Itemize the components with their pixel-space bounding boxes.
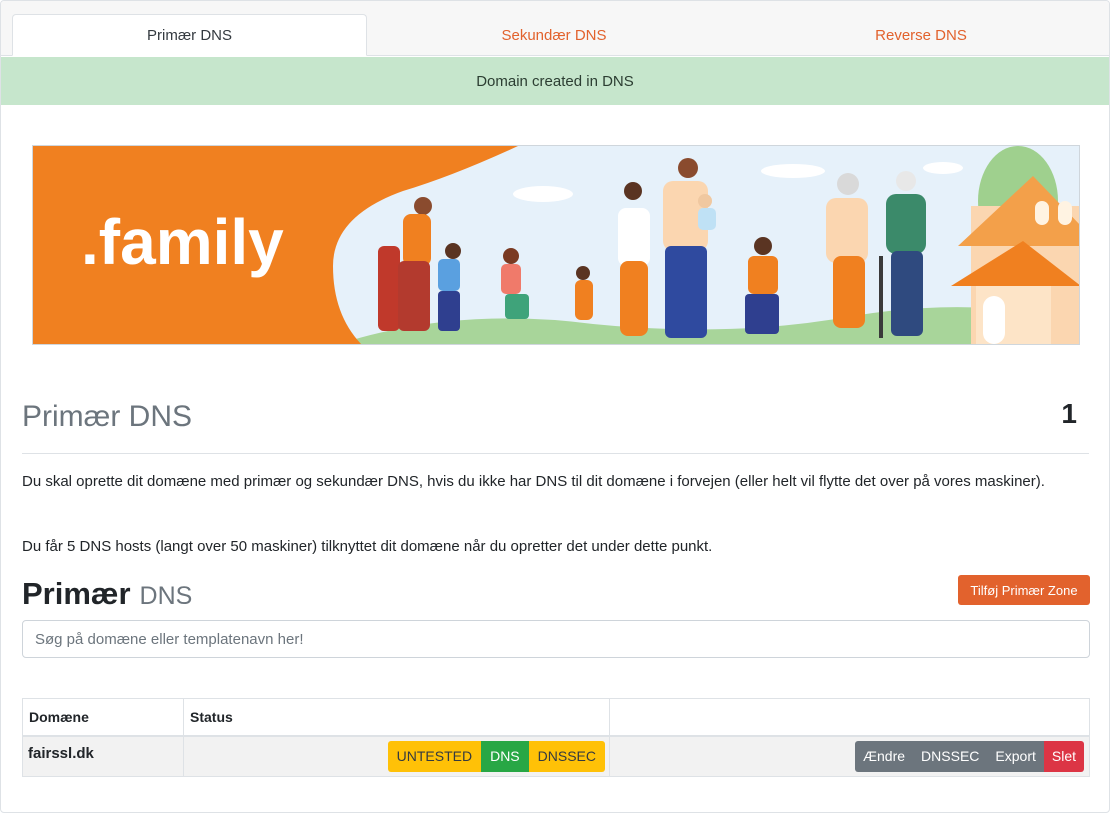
table-header-row: Domæne Status xyxy=(22,698,1090,737)
tab-label: Primær DNS xyxy=(147,26,232,44)
status-badges: UNTESTED DNS DNSSEC xyxy=(387,740,605,772)
success-alert: Domain created in DNS xyxy=(1,57,1109,105)
header-status: Status xyxy=(183,698,610,737)
dns-panel: Primær DNS Sekundær DNS Reverse DNS Doma… xyxy=(0,0,1110,813)
zone-count: 1 xyxy=(1061,398,1077,429)
section-heading: Primær DNS 1 xyxy=(22,396,1089,454)
edit-button[interactable]: Ændre xyxy=(855,740,914,772)
row-actions: Ændre DNSSEC Export Slet xyxy=(855,740,1084,772)
tab-label: Sekundær DNS xyxy=(501,26,607,44)
actions-cell: Ændre DNSSEC Export Slet xyxy=(609,735,1090,777)
domain-table: Domæne Status fairssl.dk UNTESTED DNS DN… xyxy=(22,698,1090,777)
zone-heading-muted: DNS xyxy=(139,582,193,610)
banner-illustration: .family xyxy=(33,146,1079,344)
tab-secondary-dns[interactable]: Sekundær DNS xyxy=(367,14,741,56)
dnssec-button[interactable]: DNSSEC xyxy=(913,740,988,772)
intro-paragraph: Du skal oprette dit domæne med primær og… xyxy=(22,473,1045,490)
search-input[interactable] xyxy=(22,620,1090,658)
family-banner[interactable]: .family xyxy=(32,145,1080,345)
table-row: fairssl.dk UNTESTED DNS DNSSEC Ændre DNS… xyxy=(22,735,1090,777)
tab-label: Reverse DNS xyxy=(875,26,967,44)
export-button[interactable]: Export xyxy=(987,740,1044,772)
tab-reverse-dns[interactable]: Reverse DNS xyxy=(741,14,1101,56)
header-domain: Domæne xyxy=(22,698,184,737)
alert-text: Domain created in DNS xyxy=(476,72,634,90)
domain-name: fairssl.dk xyxy=(28,744,94,762)
add-primary-zone-button[interactable]: Tilføj Primær Zone xyxy=(958,575,1090,605)
domain-cell: fairssl.dk xyxy=(22,735,184,777)
hosts-paragraph: Du får 5 DNS hosts (langt over 50 maskin… xyxy=(22,538,713,555)
status-badge-dns: DNS xyxy=(481,740,529,772)
status-badge-untested: UNTESTED xyxy=(387,740,482,772)
dns-tabs: Primær DNS Sekundær DNS Reverse DNS xyxy=(1,1,1109,56)
status-badge-dnssec: DNSSEC xyxy=(528,740,605,772)
page-title: Primær DNS xyxy=(22,400,192,433)
banner-logo-text: .family xyxy=(81,206,284,278)
header-actions xyxy=(609,698,1090,737)
delete-button[interactable]: Slet xyxy=(1043,740,1084,772)
zone-heading: Primær DNS xyxy=(22,576,192,612)
status-cell: UNTESTED DNS DNSSEC xyxy=(183,735,610,777)
tab-primary-dns[interactable]: Primær DNS xyxy=(12,14,367,56)
zone-heading-main: Primær xyxy=(22,576,131,611)
